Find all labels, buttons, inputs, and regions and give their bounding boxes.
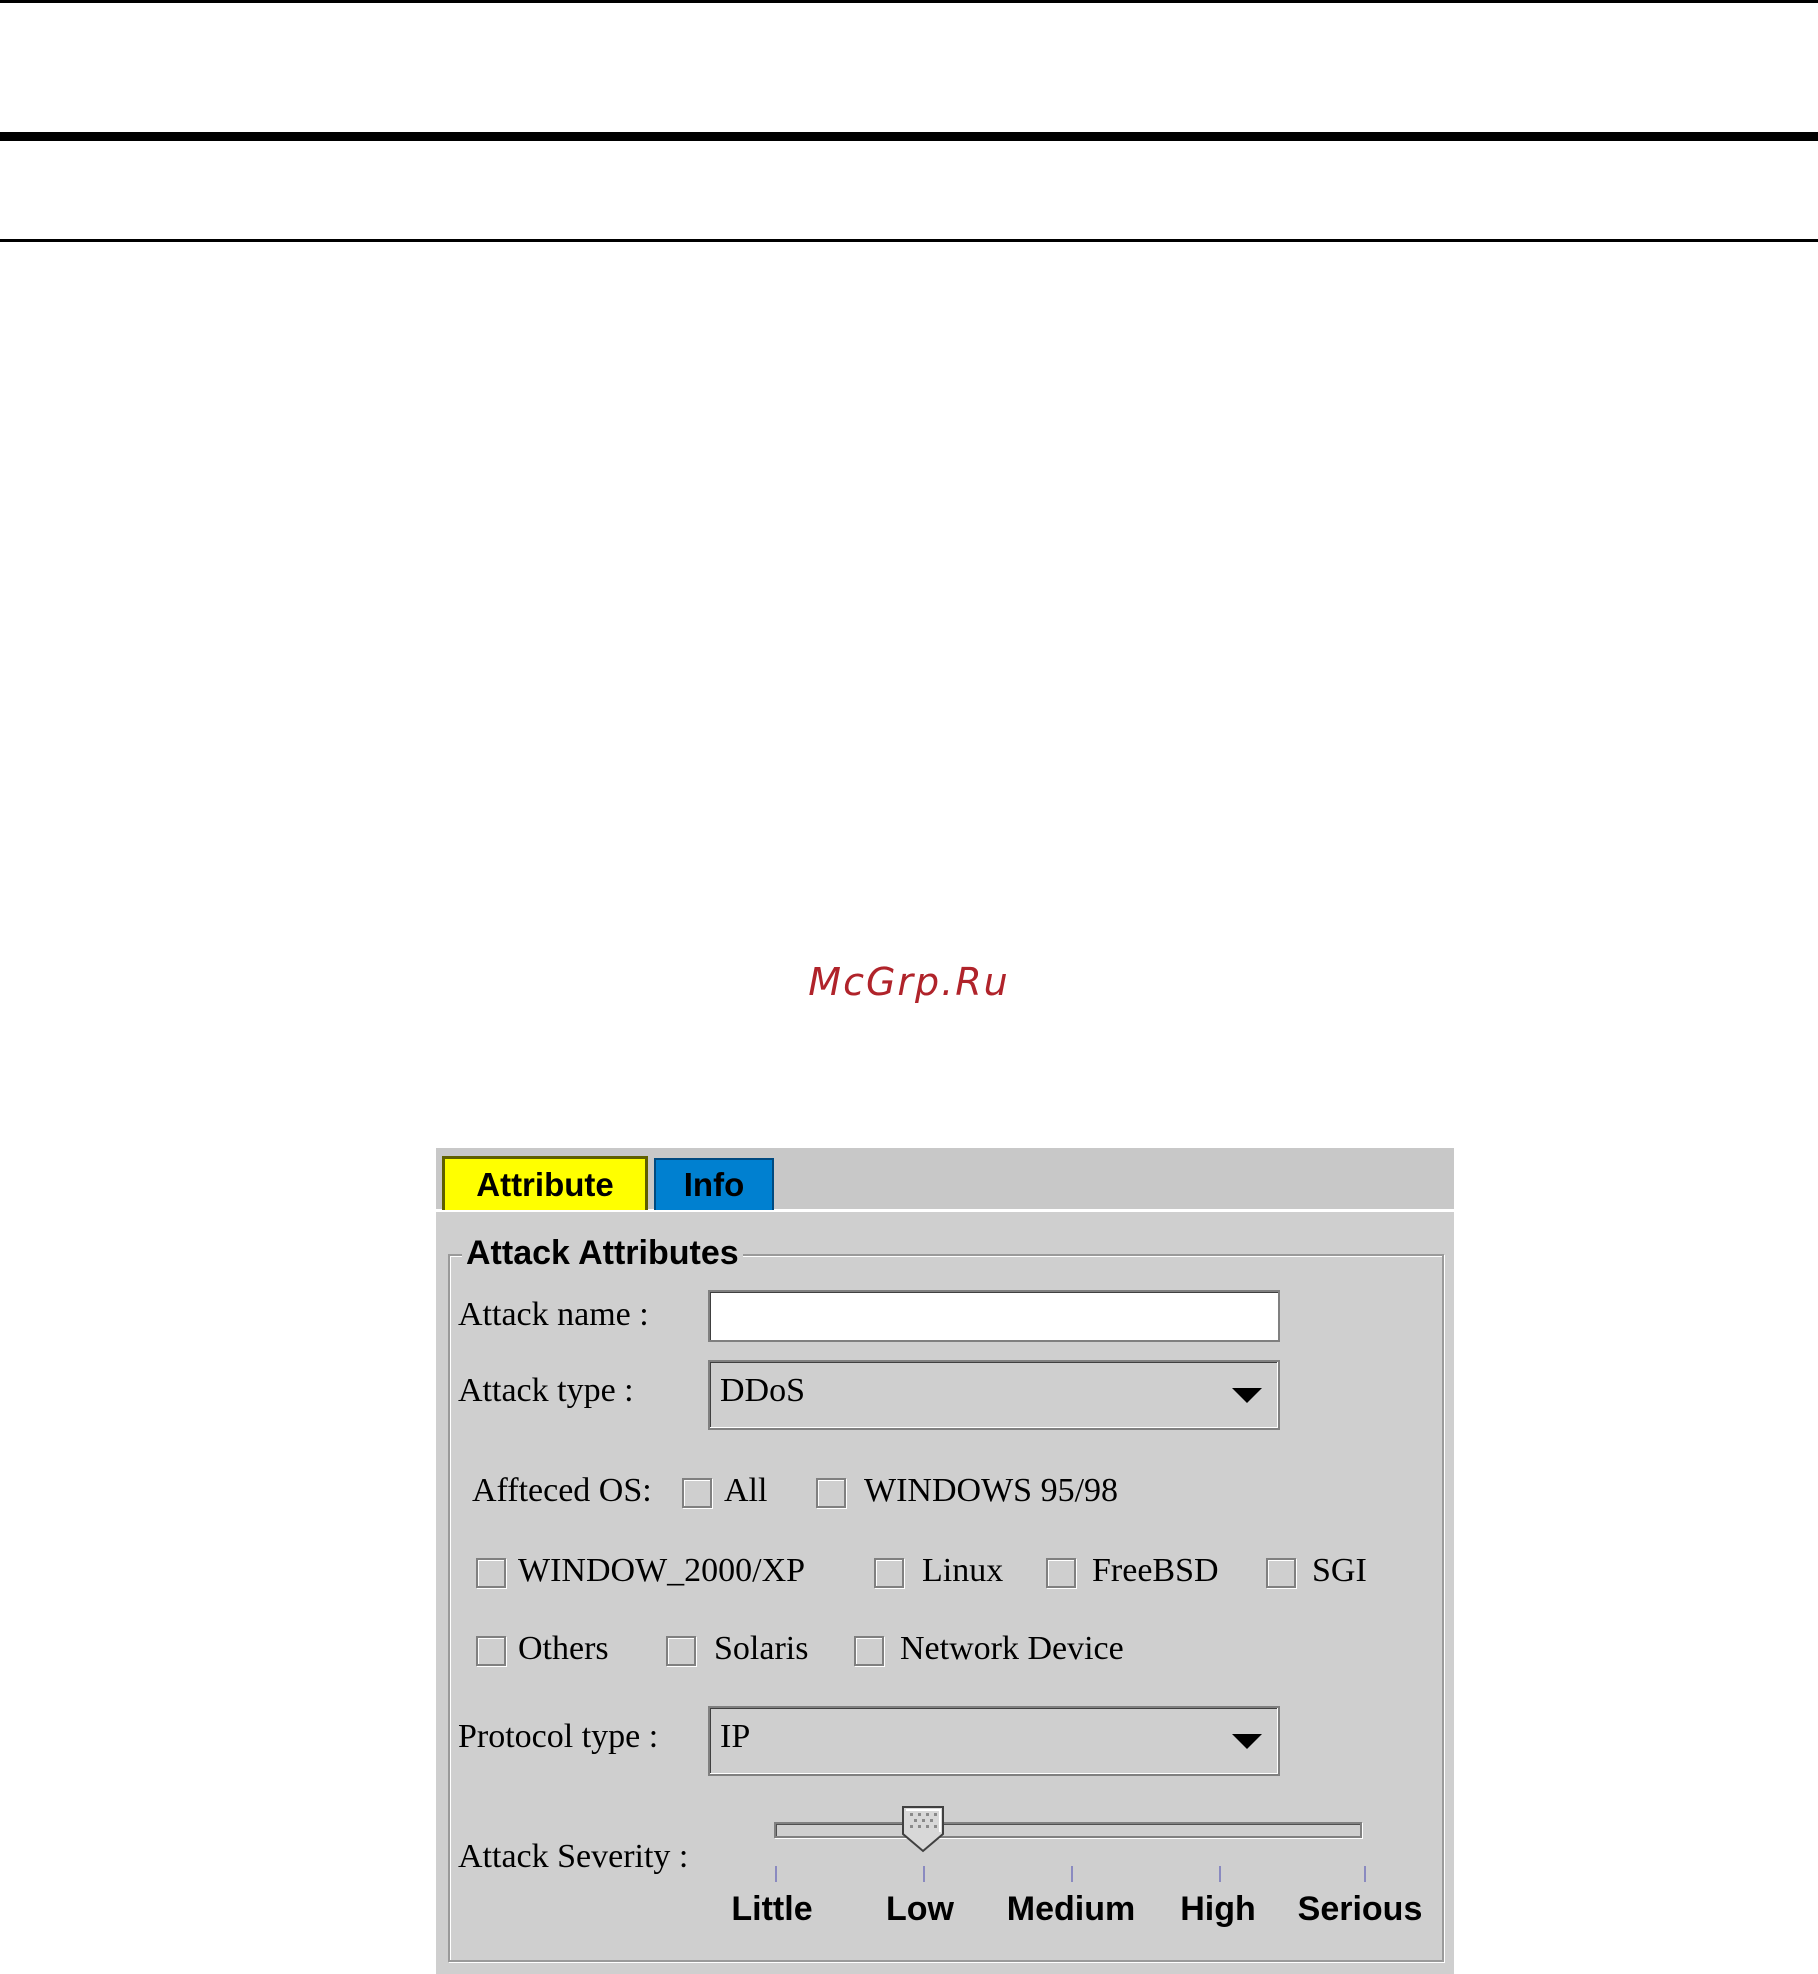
checkbox-all[interactable] — [682, 1478, 712, 1508]
option-linux-label: Linux — [922, 1552, 1004, 1589]
checkbox-network-device[interactable] — [854, 1636, 884, 1666]
chevron-down-icon — [1232, 1388, 1262, 1403]
attack-severity-label: Attack Severity : — [458, 1838, 689, 1875]
severity-tick — [1071, 1866, 1073, 1882]
attack-type-value: DDoS — [720, 1372, 806, 1409]
header-rule-thick — [0, 132, 1818, 141]
option-freebsd-label: FreeBSD — [1092, 1552, 1219, 1589]
checkbox-sgi[interactable] — [1266, 1558, 1296, 1588]
protocol-type-value: IP — [720, 1718, 751, 1755]
option-others-label: Others — [518, 1630, 609, 1667]
checkbox-others[interactable] — [476, 1636, 506, 1666]
checkbox-linux[interactable] — [874, 1558, 904, 1588]
checkbox-window-2000-xp[interactable] — [476, 1558, 506, 1588]
severity-label-little: Little — [731, 1890, 813, 1928]
severity-tick — [1364, 1866, 1366, 1882]
severity-tick — [775, 1866, 777, 1882]
checkbox-solaris[interactable] — [666, 1636, 696, 1666]
watermark-text: McGrp.Ru — [808, 960, 1010, 1004]
option-sgi-label: SGI — [1312, 1552, 1367, 1589]
attack-name-input[interactable] — [708, 1290, 1280, 1342]
option-windows-95-98-label: WINDOWS 95/98 — [864, 1472, 1119, 1509]
tab-info[interactable]: Info — [654, 1158, 774, 1210]
attack-name-label: Attack name : — [458, 1296, 649, 1333]
severity-tick — [923, 1866, 925, 1882]
option-solaris-label: Solaris — [714, 1630, 809, 1667]
option-network-device-label: Network Device — [900, 1630, 1124, 1667]
protocol-type-label: Protocol type : — [458, 1718, 659, 1755]
top-border-rule — [0, 0, 1818, 3]
severity-slider-thumb[interactable] — [900, 1804, 946, 1854]
header-rule-thin — [0, 239, 1818, 242]
attack-attributes-panel: Attribute Info Attack Attributes Attack … — [436, 1148, 1454, 1974]
severity-label-serious: Serious — [1297, 1890, 1423, 1928]
severity-label-high: High — [1180, 1890, 1256, 1928]
option-all-label: All — [724, 1472, 768, 1509]
group-title: Attack Attributes — [462, 1234, 743, 1273]
checkbox-windows-95-98[interactable] — [816, 1478, 846, 1508]
severity-label-medium: Medium — [1006, 1890, 1136, 1928]
tab-attribute[interactable]: Attribute — [442, 1156, 648, 1210]
affected-os-label: Affteced OS: — [472, 1472, 652, 1509]
chevron-down-icon — [1232, 1734, 1262, 1749]
attack-type-label: Attack type : — [458, 1372, 634, 1409]
protocol-type-select[interactable]: IP — [708, 1706, 1280, 1776]
severity-label-low: Low — [886, 1890, 954, 1928]
severity-slider-track[interactable] — [774, 1822, 1362, 1838]
option-window-2000-xp-label: WINDOW_2000/XP — [518, 1552, 806, 1589]
checkbox-freebsd[interactable] — [1046, 1558, 1076, 1588]
severity-tick — [1219, 1866, 1221, 1882]
attack-type-select[interactable]: DDoS — [708, 1360, 1280, 1430]
